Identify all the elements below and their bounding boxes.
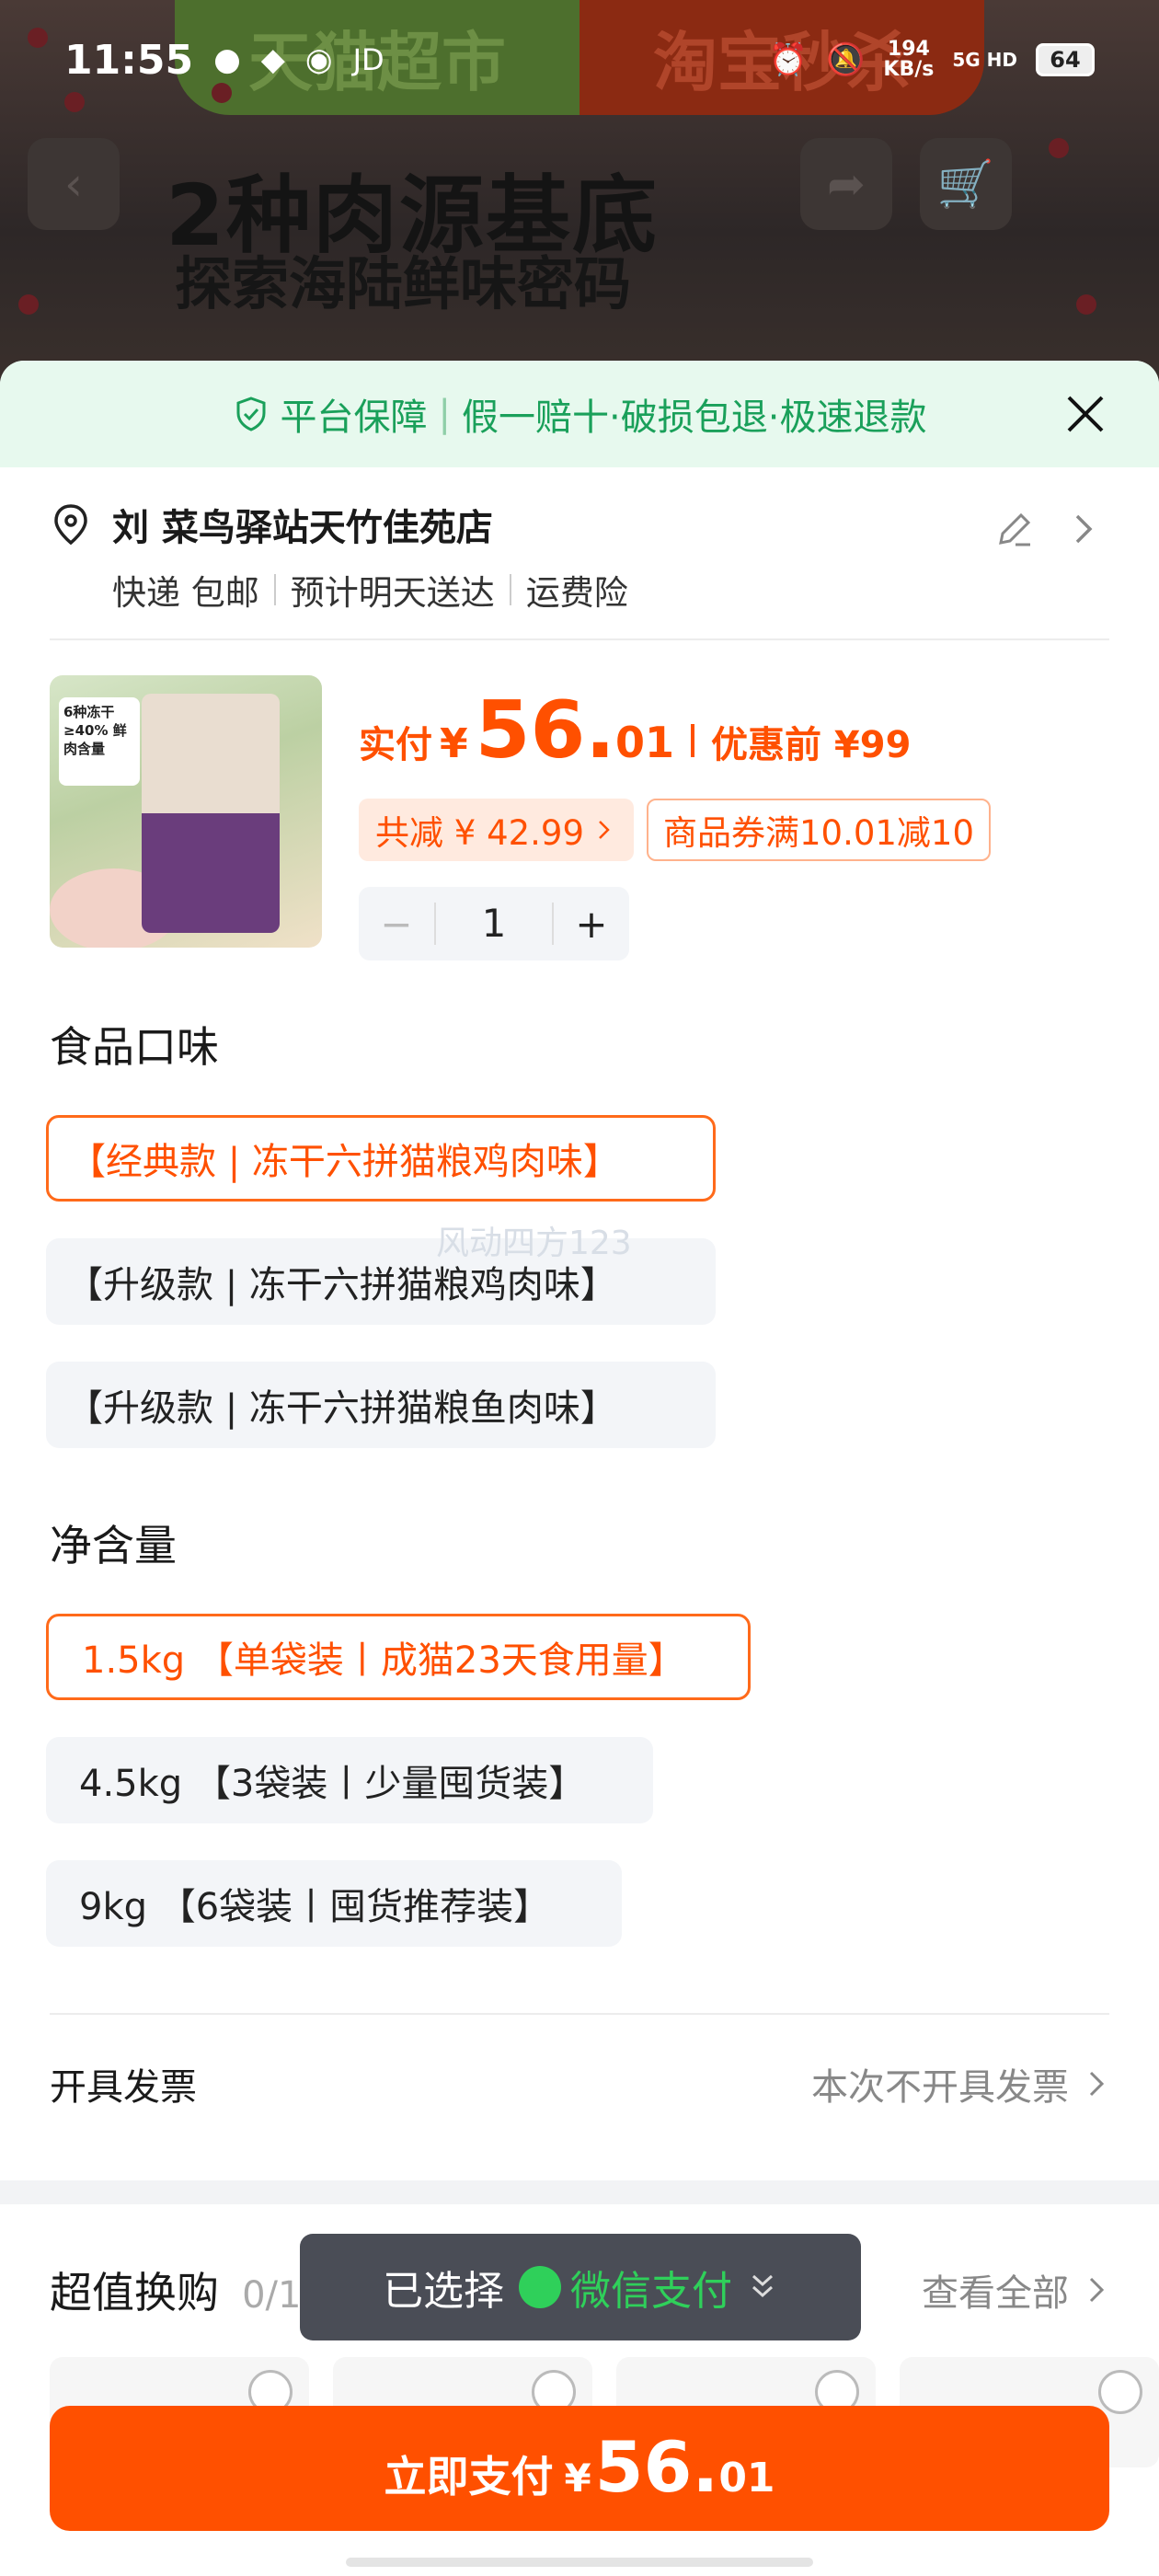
- pay-amount-decimal: 01: [718, 2455, 775, 2501]
- discount-chip[interactable]: 共减 ¥ 42.99: [359, 799, 634, 861]
- delivery-eta: 预计明天送达: [290, 573, 495, 613]
- status-bar: 11:55 ● ◆ ◉ JD ⏰ 🔕 194 KB/s 5G HD 64: [0, 0, 1159, 120]
- invoice-row[interactable]: 开具发票 本次不开具发票: [50, 2015, 1109, 2153]
- weight-option[interactable]: 4.5kg 【3袋装丨少量囤货装】: [46, 1737, 653, 1823]
- increase-button[interactable]: +: [554, 902, 629, 947]
- mute-icon: 🔕: [826, 41, 866, 78]
- confetti-dot: [1076, 294, 1096, 315]
- selected-label: 已选择: [383, 2268, 504, 2315]
- price-integer: 56.: [475, 684, 615, 776]
- battery-icon: 64: [1036, 43, 1095, 76]
- product-summary: 6种冻干 ≥40% 鲜肉含量 实付 ¥ 56. 01 优惠前 ¥99 共减 ¥ …: [0, 640, 1159, 960]
- jd-label: JD: [352, 42, 384, 77]
- view-all-link[interactable]: 查看全部: [922, 2263, 1109, 2317]
- chevron-right-icon: [1089, 2277, 1105, 2303]
- confetti-dot: [18, 294, 39, 315]
- edit-icon[interactable]: [993, 508, 1036, 550]
- address-name: 刘 菜鸟驿站天竹佳苑店: [112, 507, 493, 549]
- back-button[interactable]: ‹: [28, 138, 120, 230]
- app-icon: ◆: [260, 41, 285, 78]
- status-time: 11:55: [64, 36, 194, 84]
- cart-icon[interactable]: 🛒: [920, 138, 1012, 230]
- network-speed: 194 KB/s: [883, 38, 935, 81]
- close-button[interactable]: [1060, 388, 1111, 440]
- product-image[interactable]: 6种冻干 ≥40% 鲜肉含量: [50, 675, 322, 948]
- guarantee-banner: 平台保障 | 假一赔十·破损包退·极速退款: [0, 361, 1159, 467]
- price-line: 实付 ¥ 56. 01 优惠前 ¥99: [359, 684, 911, 776]
- shield-check-icon: [236, 397, 266, 431]
- select-radio[interactable]: [1098, 2370, 1142, 2414]
- alarm-icon: ⏰: [768, 41, 809, 78]
- home-indicator[interactable]: [346, 2558, 813, 2567]
- wechat-pay-icon: [519, 2266, 561, 2308]
- section-gap: [0, 2180, 1159, 2204]
- quantity-value[interactable]: 1: [434, 903, 554, 945]
- divider: [509, 574, 511, 605]
- divider: |: [438, 393, 452, 435]
- share-icon[interactable]: ➦: [800, 138, 892, 230]
- location-pin-icon: [54, 504, 87, 546]
- pay-amount-integer: 56.: [594, 2426, 719, 2508]
- bag-illustration: [142, 813, 280, 933]
- chevron-right-icon: [1089, 2071, 1105, 2097]
- chevron-right-icon[interactable]: [1065, 508, 1102, 550]
- guarantee-label: 平台保障: [280, 397, 428, 439]
- weight-option[interactable]: 9kg 【6袋装丨囤货推荐装】: [46, 1860, 622, 1947]
- quantity-stepper: − 1 +: [359, 887, 629, 960]
- weight-title: 净含量: [50, 1521, 177, 1570]
- currency-symbol: ¥: [440, 720, 468, 767]
- chevron-right-icon: [599, 821, 610, 839]
- shipping-insurance: 运费险: [525, 573, 628, 613]
- confetti-dot: [1049, 138, 1069, 158]
- invoice-value: 本次不开具发票: [811, 2066, 1069, 2109]
- address-section[interactable]: 刘 菜鸟驿站天竹佳苑店 快递 包邮 预计明天送达 运费险: [0, 467, 1159, 615]
- divider: [691, 724, 694, 757]
- watermark: 风动四方123: [436, 1225, 632, 1262]
- weight-option[interactable]: 1.5kg 【单袋装丨成猫23天食用量】: [46, 1614, 751, 1700]
- signal-icon: 5G HD: [952, 49, 1017, 71]
- taste-option[interactable]: 【升级款 | 冻干六拼猫粮鱼肉味】: [46, 1362, 716, 1448]
- price-decimal: 01: [614, 718, 674, 767]
- invoice-label: 开具发票: [50, 2066, 197, 2109]
- payment-method-selector[interactable]: 已选择 微信支付: [300, 2234, 861, 2340]
- paid-label: 实付: [359, 724, 432, 766]
- background-subtitle: 探索海陆鲜味密码: [175, 250, 632, 317]
- weight-section: 净含量 1.5kg 【单袋装丨成猫23天食用量】 4.5kg 【3袋装丨少量囤货…: [0, 1512, 1159, 1947]
- coupon-chip: 商品券满10.01减10: [647, 799, 992, 861]
- pay-label: 立即支付: [384, 2452, 554, 2501]
- decrease-button[interactable]: −: [359, 902, 434, 947]
- shipping-method: 快递 包邮: [112, 573, 259, 613]
- product-image-tag: 6种冻干 ≥40% 鲜肉含量: [59, 697, 140, 786]
- taste-title: 食品口味: [50, 1022, 219, 1072]
- divider: [273, 574, 276, 605]
- tmall-icon: ◉: [304, 41, 333, 78]
- chevron-double-down-icon: [752, 2274, 774, 2298]
- taste-option[interactable]: 【经典款 | 冻干六拼猫粮鸡肉味】: [46, 1115, 716, 1202]
- currency-symbol: ¥: [564, 2455, 591, 2501]
- original-price: 优惠前 ¥99: [711, 724, 912, 766]
- guarantee-text: 假一赔十·破损包退·极速退款: [462, 397, 927, 439]
- wechat-icon: ●: [213, 41, 241, 78]
- close-icon: [1067, 396, 1104, 432]
- order-sheet: 平台保障 | 假一赔十·破损包退·极速退款 刘 菜鸟驿站天竹佳苑店 快递 包邮: [0, 361, 1159, 2576]
- pay-now-button[interactable]: 立即支付 ¥ 56. 01: [50, 2406, 1109, 2531]
- swap-title: 超值换购: [50, 2268, 219, 2317]
- payment-method: 微信支付: [570, 2268, 732, 2315]
